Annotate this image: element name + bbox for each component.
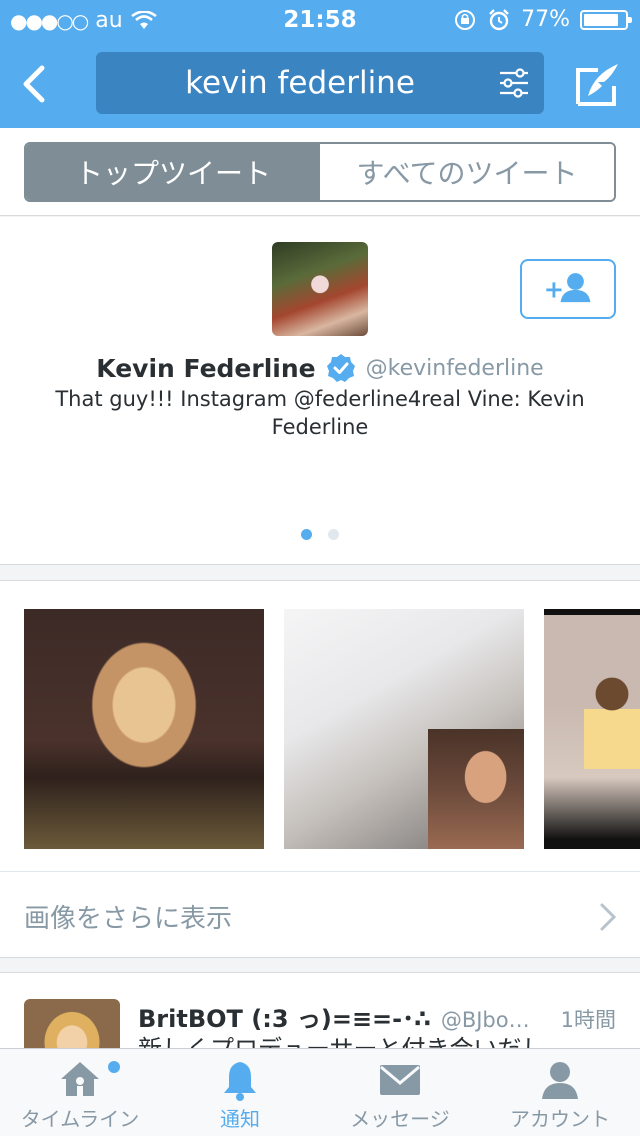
verified-badge-icon — [326, 354, 355, 382]
tab-account[interactable]: アカウント — [480, 1049, 640, 1136]
search-query: kevin federline — [185, 65, 415, 101]
envelope-icon — [380, 1065, 420, 1095]
view-more-images-row[interactable]: 画像をさらに表示 — [0, 871, 640, 959]
page-dot-active — [301, 529, 312, 540]
media-thumbnail[interactable] — [284, 609, 524, 849]
media-results-card: 画像をさらに表示 — [0, 580, 640, 958]
tab-top-tweets[interactable]: トップツイート — [26, 144, 320, 200]
tweet-filter-bar: トップツイート すべてのツイート — [0, 128, 640, 216]
tab-all-tweets[interactable]: すべてのツイート — [320, 144, 614, 200]
filter-settings-icon[interactable] — [498, 68, 530, 98]
alarm-icon — [489, 8, 509, 30]
media-thumbnail[interactable] — [544, 609, 640, 849]
unread-indicator — [108, 1061, 120, 1073]
user-icon — [542, 1062, 578, 1099]
tab-messages-label: メッセージ — [350, 1107, 450, 1131]
profile-bio: That guy!!! Instagram @federline4real Vi… — [55, 387, 585, 439]
inset-photo — [584, 669, 640, 769]
bell-icon — [224, 1062, 256, 1101]
tab-messages[interactable]: メッセージ — [320, 1049, 480, 1136]
tab-notifications[interactable]: 通知 — [160, 1049, 320, 1136]
segmented-control: トップツイート すべてのツイート — [24, 142, 616, 202]
search-field[interactable]: kevin federline — [96, 52, 544, 114]
battery-icon — [580, 9, 632, 30]
user-result-card[interactable]: + Kevin Federline @kevinfederline That g… — [0, 217, 640, 565]
page-dot — [328, 529, 339, 540]
media-thumbnail[interactable] — [24, 609, 264, 849]
home-icon — [61, 1062, 99, 1096]
tab-home-label: タイムライン — [20, 1107, 140, 1131]
profile-handle: @kevinfederline — [365, 355, 544, 381]
navigation-header: ●●●○○ au 21:58 77% kevin federline — [0, 0, 640, 128]
svg-text:+: + — [544, 274, 564, 303]
bottom-tab-bar: タイムライン 通知 メッセージ アカウント — [0, 1048, 640, 1136]
tweet-timestamp: 1時間 — [560, 1008, 616, 1032]
compose-tweet-icon[interactable] — [574, 60, 622, 108]
page-indicator — [0, 529, 640, 540]
view-more-images-label: 画像をさらに表示 — [24, 904, 233, 934]
inset-photo — [428, 729, 524, 849]
chevron-right-icon — [600, 903, 617, 931]
back-arrow-icon[interactable] — [16, 60, 56, 108]
rotation-lock-icon — [455, 9, 476, 30]
follow-button[interactable]: + — [520, 259, 616, 319]
tab-home[interactable]: タイムライン — [0, 1049, 160, 1136]
profile-name[interactable]: Kevin Federline — [96, 354, 315, 383]
battery-percent: 77% — [521, 7, 570, 32]
profile-avatar[interactable] — [272, 242, 368, 336]
status-bar: ●●●○○ au 21:58 77% — [0, 0, 640, 40]
tab-account-label: アカウント — [510, 1107, 610, 1131]
tab-notifications-label: 通知 — [220, 1107, 260, 1131]
